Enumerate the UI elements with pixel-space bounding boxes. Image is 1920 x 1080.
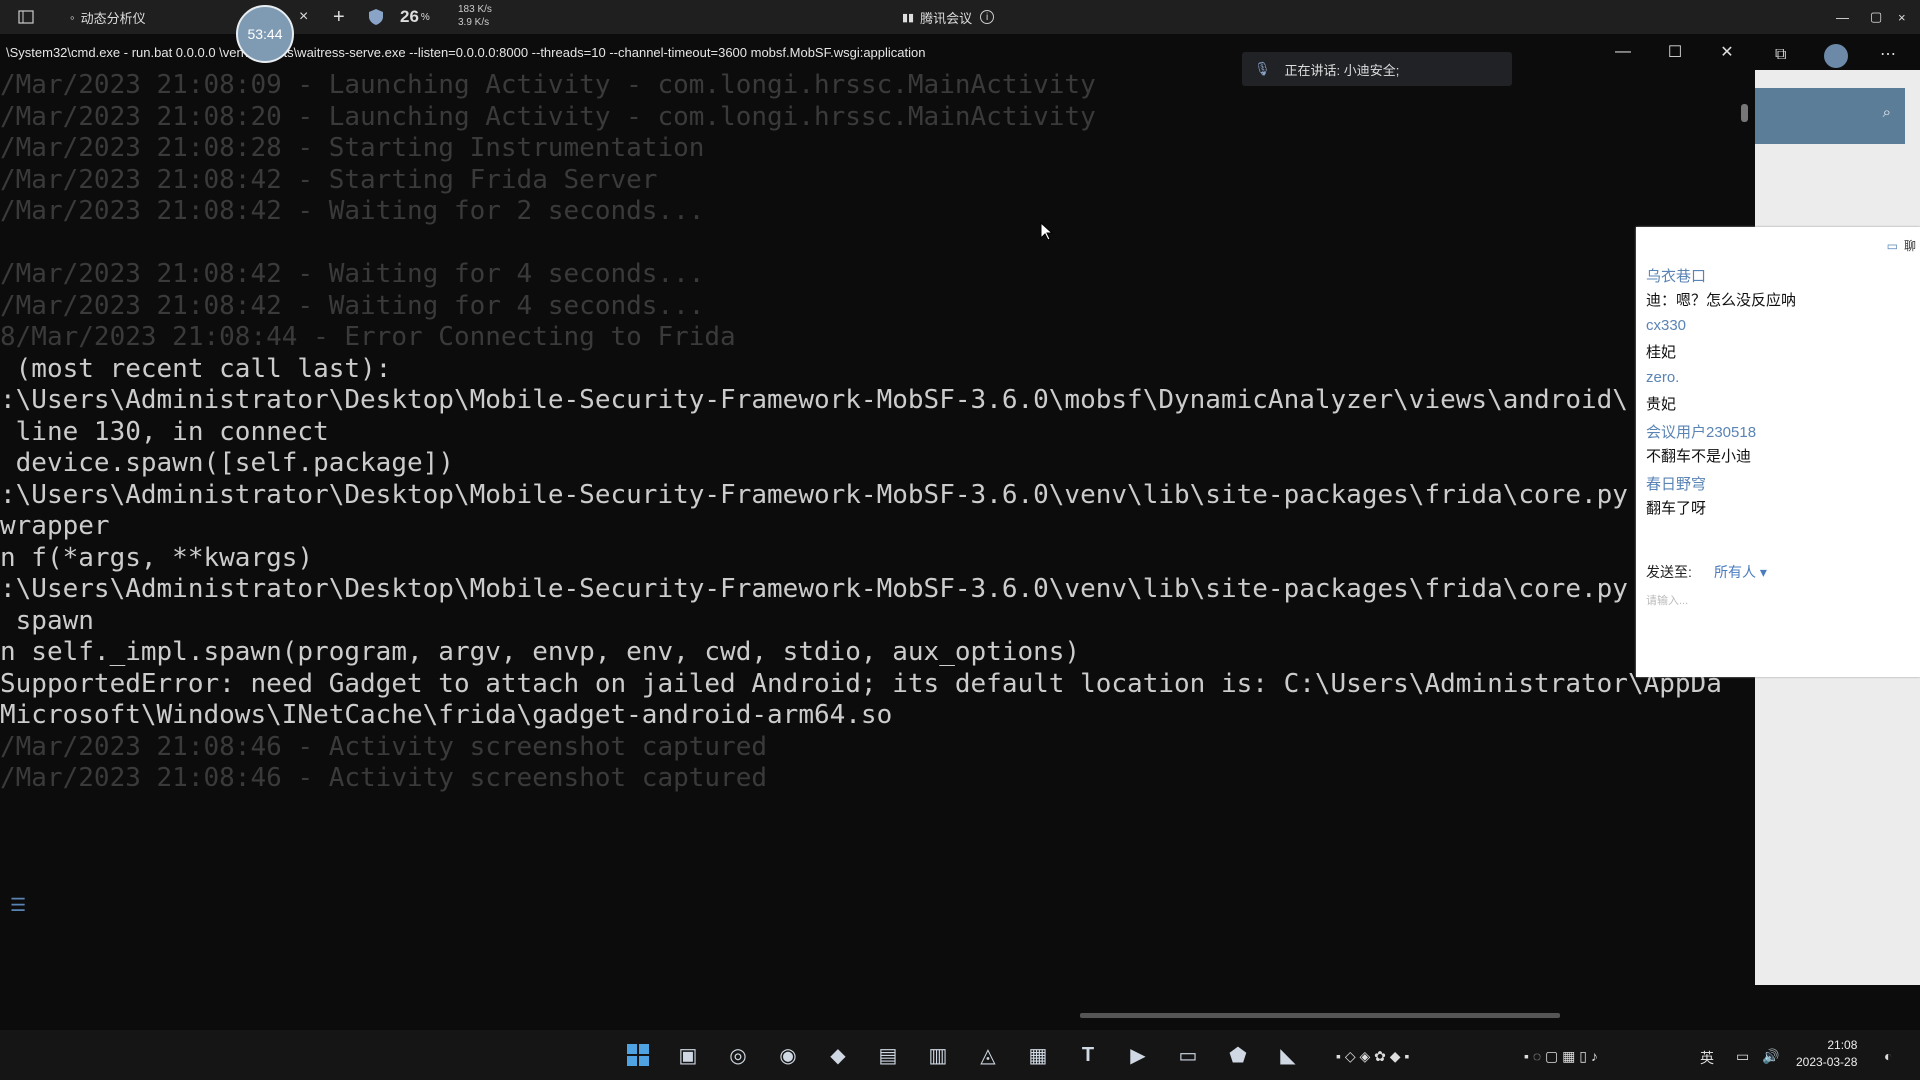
vscode-icon[interactable]: ◣ [1274,1041,1302,1069]
console-line: n f(*args, **kwargs) [0,542,314,573]
edge-icon[interactable]: ◎ [724,1041,752,1069]
console-line: line 130, in connect [0,416,329,447]
chat-sender: 乌衣巷口 [1646,268,1707,285]
meeting-search-bar[interactable]: ⌕ [1755,88,1905,144]
console-line: /Mar/2023 21:08:09 - Launching Activity … [0,70,1096,100]
chat-message: 迪：嗯？怎么没反应呐 [1646,292,1797,309]
microphone-icon: 🎙 [1254,61,1271,76]
chat-header: ▭ 聊 [1886,239,1916,253]
clock[interactable]: 21:08 2023-03-28 [1796,1037,1857,1071]
search-icon[interactable]: ⌕ [1883,104,1891,121]
file-explorer-icon[interactable]: ▣ [674,1041,702,1069]
window-restore-icon[interactable]: ▢ [1870,0,1882,34]
system-tray-icons[interactable]: ▪ ◌ ▢ ▦ ▯ ♪ [1524,1048,1598,1065]
console-line: /Mar/2023 21:08:42 - Starting Frida Serv… [0,164,658,195]
window-icon-svg [18,10,34,24]
tray-icons[interactable]: ▪ ◇ ◈ ✿ ◆ ▪ [1336,1048,1409,1065]
console-line: /Mar/2023 21:08:28 - Starting Instrument… [0,133,705,163]
list-icon[interactable]: ☰ [10,895,26,916]
console-line: /Mar/2023 21:08:46 - Activity screenshot… [0,731,768,762]
chat-message: 不翻车不是小迪 [1646,448,1752,465]
app-icon-1[interactable]: ◆ [824,1041,852,1069]
info-icon[interactable]: i [980,10,995,24]
network-icon[interactable]: ▭ [1736,1048,1749,1065]
temperature-value: 26% [400,7,430,26]
console-line: 8/Mar/2023 21:08:44 - Error Connecting t… [0,322,736,352]
chat-message: 贵妃 [1646,396,1677,413]
chrome-icon[interactable]: ◉ [774,1041,802,1069]
start-icon[interactable] [624,1041,652,1069]
console-line: SupportedError: need Gadget to attach on… [0,668,1722,699]
chat-message: 翻车了呀 [1646,500,1707,517]
chat-sender: zero. [1646,369,1680,386]
console-line: spawn [0,605,94,636]
typora-icon[interactable]: T [1074,1041,1102,1069]
more-icon[interactable]: ⋯ [1880,44,1896,64]
ime-indicator[interactable]: 英 [1700,1048,1714,1068]
close-tab-icon[interactable]: × [299,0,308,34]
meeting-panel-footer [1755,985,1870,1030]
chat-sender: 会议用户230518 [1646,424,1757,441]
console-line: (most recent call last): [0,353,392,384]
console-output[interactable]: /Mar/2023 21:08:09 - Launching Activity … [0,70,1752,1010]
console-line: :\Users\Administrator\Desktop\Mobile-Sec… [0,574,1628,604]
network-speed: 183 K/s 3.9 K/s [458,4,492,28]
new-tab-icon[interactable]: + [333,0,345,34]
console-line: /Mar/2023 21:08:46 - Activity screenshot… [0,763,768,793]
window-icon[interactable] [18,0,34,34]
console-line: :\Users\Administrator\Desktop\Mobile-Sec… [0,479,1628,510]
console-close-button[interactable]: ✕ [1704,36,1750,68]
app-icon-2[interactable]: ▤ [874,1041,902,1069]
avatar[interactable] [1824,44,1848,68]
console-line: n self._impl.spawn(program, argv, envp, … [0,637,1081,667]
send-to-select[interactable]: 所有人 ▾ [1714,562,1767,582]
browser-tab[interactable]: ◦ 动态分析仪 [70,0,146,34]
tab-title: 动态分析仪 [80,10,146,26]
console-line: Microsoft\Windows\INetCache\frida\gadget… [0,700,893,730]
layout-icon[interactable]: ⧉ [1775,46,1786,64]
console-maximize-button[interactable]: ☐ [1652,36,1698,68]
console-line: /Mar/2023 21:08:20 - Launching Activity … [0,101,1096,132]
send-to-label: 发送至: [1646,564,1692,580]
chat-input[interactable]: 请输入... [1646,592,1688,608]
app-icon-5[interactable]: ⬟ [1224,1041,1252,1069]
console-line: /Mar/2023 21:08:42 - Waiting for 4 secon… [0,259,705,289]
shield-icon [368,0,384,34]
cmd-icon[interactable]: ▭ [1174,1041,1202,1069]
console-line: :\Users\Administrator\Desktop\Mobile-Sec… [0,385,1628,415]
app-icon-3[interactable]: ◬ [974,1041,1002,1069]
app-icon-4[interactable]: ▦ [1024,1041,1052,1069]
notification-icon[interactable]: ◐ [1884,1048,1892,1064]
tab-icon: ◦ [70,9,75,25]
console-line: /Mar/2023 21:08:42 - Waiting for 4 secon… [0,290,705,321]
mouse-cursor [1040,221,1054,247]
console-title: \System32\cmd.exe - run.bat 0.0.0.0 \ven… [6,44,926,60]
speaking-indicator: 🎙 正在讲话: 小迪安全; [1242,52,1512,86]
console-minimize-button[interactable]: — [1600,36,1646,68]
volume-icon[interactable]: 🔊 [1762,1048,1779,1065]
console-line: device.spawn([self.package]) [0,448,454,478]
chat-panel: ▭ 聊 乌衣巷口迪：嗯？怎么没反应呐 cx330 桂妃 zero. 贵妃会议用户23051… [1636,227,1920,677]
notepad-icon[interactable]: ▥ [924,1041,952,1069]
console-line: wrapper [0,511,110,541]
chat-sender: cx330 [1646,317,1687,334]
window-close-icon[interactable]: × [1898,0,1906,34]
meeting-timer: 53:44 [236,5,294,63]
chat-message: 桂妃 [1646,344,1677,361]
terminal-icon[interactable]: ▶ [1124,1041,1152,1069]
taskbar [0,1030,1920,1080]
horizontal-scrollbar[interactable] [1080,1013,1560,1018]
chat-sender: 春日野穹 [1646,476,1707,493]
console-scrollbar[interactable] [1741,104,1748,122]
window-min-icon[interactable]: — [1836,0,1849,34]
console-line: /Mar/2023 21:08:42 - Waiting for 2 secon… [0,196,705,226]
meeting-title: ▮▮ 腾讯会议 i [902,0,995,34]
chat-icon: ▭ [1886,239,1898,253]
signal-icon: ▮▮ [902,11,915,24]
